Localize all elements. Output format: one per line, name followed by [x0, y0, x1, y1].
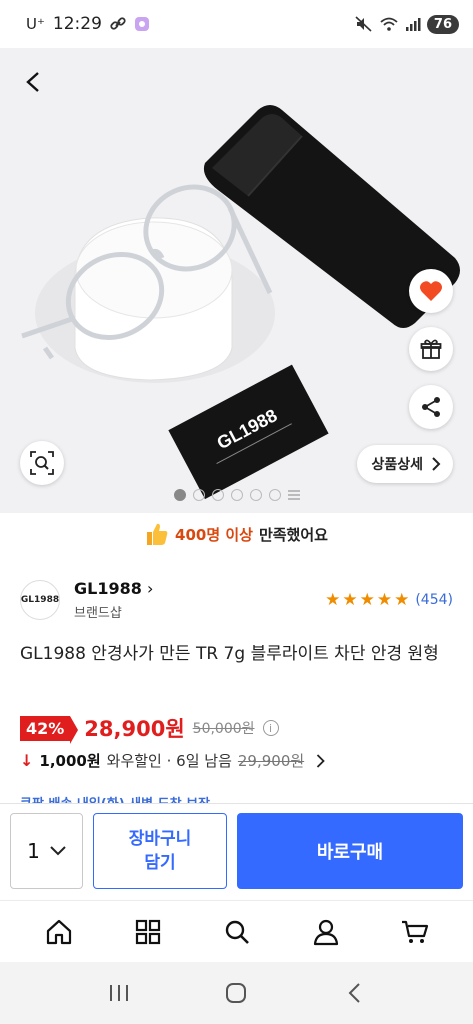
recent-apps-icon [109, 985, 128, 1001]
buy-now-button[interactable]: 바로구매 [237, 813, 463, 889]
quantity-value: 1 [27, 839, 40, 863]
share-icon [422, 397, 440, 417]
image-search-button[interactable] [20, 441, 64, 485]
delivery-info-partial: 쿠팡 배송 내일(화) 새벽 도착 보장 [20, 793, 210, 803]
nav-cart[interactable] [391, 908, 439, 956]
home-system-button[interactable] [212, 969, 260, 1017]
satisfaction-text: 만족했어요 [258, 525, 328, 544]
star-icon: ★ [376, 589, 393, 610]
home-circle-icon [226, 983, 247, 1003]
category-grid-icon [135, 919, 160, 944]
star-icon: ★ [359, 589, 375, 610]
carousel-dot[interactable] [192, 489, 205, 501]
nav-my-account[interactable] [302, 908, 350, 956]
thumbs-up-icon [147, 523, 168, 545]
carousel-dots [0, 489, 473, 501]
purchase-bar: 1 장바구니 담기 바로구매 [0, 803, 473, 900]
product-detail-label: 상품상세 [371, 457, 423, 473]
nav-search[interactable] [213, 908, 261, 956]
system-navigation-bar [0, 962, 473, 1024]
carousel-dot[interactable] [249, 489, 262, 501]
chevron-right-icon [432, 457, 441, 471]
notification-app-icon [134, 17, 149, 31]
gift-icon [420, 339, 442, 359]
battery-level: 76 [426, 14, 459, 34]
brand-shop-label: 브랜드샵 [74, 606, 122, 621]
product-image-carousel[interactable]: GL1988 상품상세 [0, 48, 473, 513]
nav-home[interactable] [35, 908, 83, 956]
wow-discount-row[interactable]: ↓ 1,000원 와우할인 · 6일 남음 29,900원 [20, 750, 453, 771]
search-icon [225, 920, 249, 944]
product-detail-button[interactable]: 상품상세 [357, 445, 453, 483]
brand-name: GL1988 [74, 579, 142, 598]
star-icon: ★ [394, 589, 410, 610]
status-bar: U⁺ 12:29 76 [0, 0, 473, 48]
back-system-button[interactable] [330, 969, 378, 1017]
rating[interactable]: ★ ★ ★ ★ ★ (454) [325, 589, 453, 610]
share-button[interactable] [409, 385, 453, 429]
heart-icon [420, 281, 442, 301]
cart-icon [401, 920, 428, 943]
nav-category[interactable] [124, 908, 172, 956]
carousel-dot[interactable] [211, 489, 224, 501]
brand-text: GL1988 › 브랜드샵 [74, 579, 153, 621]
original-price: 50,000원 [192, 721, 255, 737]
mute-icon [355, 16, 372, 32]
satisfaction-banner: 400명 이상 만족했어요 [0, 513, 473, 555]
brand-row: GL1988 GL1988 › 브랜드샵 ★ ★ ★ ★ ★ (454) [20, 576, 453, 624]
add-to-cart-button[interactable]: 장바구니 담기 [93, 813, 227, 889]
info-icon[interactable]: i [262, 720, 279, 736]
quantity-select[interactable]: 1 [10, 813, 83, 889]
product-title: GL1988 안경사가 만든 TR 7g 블루라이트 차단 안경 원형 [20, 644, 439, 664]
back-button[interactable] [14, 62, 54, 102]
chevron-down-icon [50, 846, 66, 856]
signal-icon [405, 18, 421, 31]
bottom-navigation [0, 900, 473, 962]
carousel-dot[interactable] [173, 489, 186, 501]
product-photo: GL1988 [21, 105, 461, 500]
chevron-right-icon: › [141, 579, 154, 598]
chevron-right-icon [317, 753, 325, 768]
cart-button-line2: 담기 [144, 853, 176, 873]
discount-badge: 42% [20, 715, 79, 744]
status-left: U⁺ 12:29 [26, 14, 150, 34]
review-count[interactable]: (454) [415, 592, 453, 608]
carousel-dot[interactable] [230, 489, 243, 501]
wow-discount-desc: 와우할인 · 6일 남음 [106, 752, 232, 770]
price-row: 42% 28,900원 50,000원 i [20, 713, 279, 744]
wishlist-button[interactable] [409, 269, 453, 313]
brand-shop-link[interactable]: GL1988 › [74, 579, 153, 598]
brand-logo[interactable]: GL1988 [20, 580, 60, 620]
back-arrow-icon [26, 72, 39, 92]
back-chevron-icon [348, 983, 360, 1003]
gift-button[interactable] [409, 327, 453, 371]
satisfaction-count: 400명 이상 [175, 525, 253, 544]
home-icon [46, 919, 71, 944]
zoom-search-icon [30, 451, 54, 475]
star-icon: ★ [325, 589, 341, 610]
status-right: 76 [355, 14, 459, 34]
recent-apps-button[interactable] [95, 969, 143, 1017]
carousel-more-indicator [287, 489, 300, 501]
wifi-icon [380, 17, 398, 31]
clock: 12:29 [52, 14, 102, 34]
wow-discount-amount: 1,000원 [39, 752, 101, 770]
link-icon [110, 17, 126, 30]
my-account-icon [313, 919, 338, 945]
sale-price: 28,900원 [84, 717, 185, 741]
wow-strike-price: 29,900원 [237, 752, 305, 770]
carrier-label: U⁺ [26, 15, 45, 33]
star-icon: ★ [342, 589, 358, 610]
down-arrow-icon: ↓ [20, 751, 34, 770]
carousel-dot[interactable] [268, 489, 281, 501]
cart-button-line1: 장바구니 [128, 829, 192, 849]
